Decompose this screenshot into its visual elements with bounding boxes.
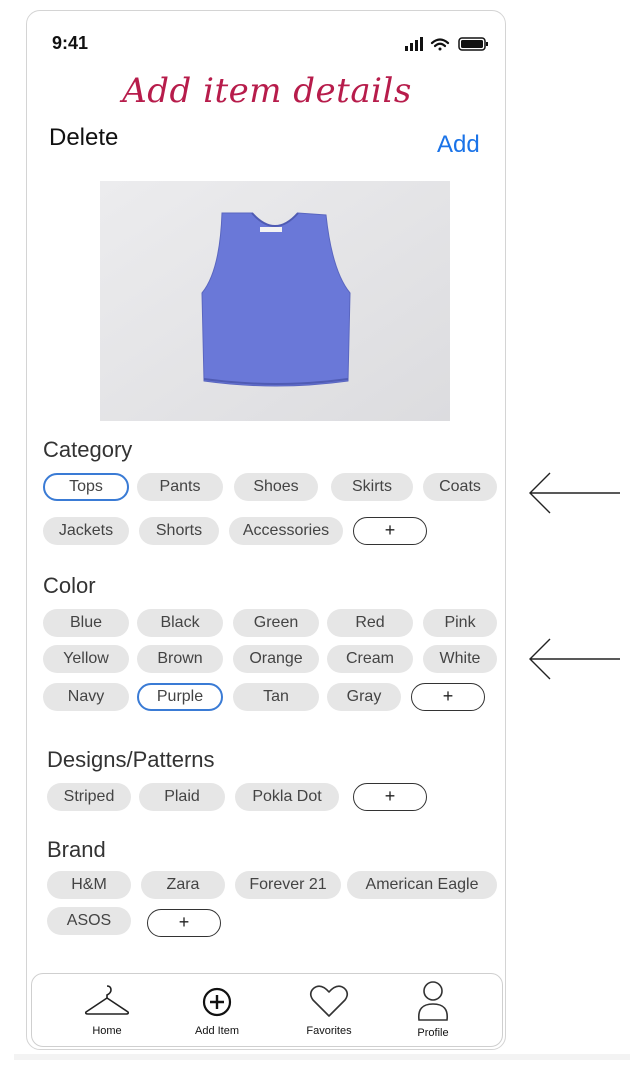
chip-category-tops[interactable]: Tops [43, 473, 129, 501]
chip-category-coats[interactable]: Coats [423, 473, 497, 501]
nav-label-home: Home [92, 1025, 122, 1037]
chip-category-skirts[interactable]: Skirts [331, 473, 413, 501]
arrow-left-icon [529, 472, 620, 514]
page-title: Add item details [122, 71, 412, 111]
chip-color-gray[interactable]: Gray [327, 683, 401, 711]
chip-brand-forever-21[interactable]: Forever 21 [235, 871, 341, 899]
person-icon [417, 981, 449, 1021]
chip-color-red[interactable]: Red [327, 609, 413, 637]
plus-circle-icon [202, 987, 232, 1017]
chip-color-white[interactable]: White [423, 645, 497, 673]
add-brand-button[interactable]: + [147, 909, 221, 937]
phone-frame: 9:41 Add item details Delete Add Categor… [26, 10, 506, 1050]
chip-category-pants[interactable]: Pants [137, 473, 223, 501]
add-pattern-button[interactable]: + [353, 783, 427, 811]
battery-icon [458, 37, 488, 51]
delete-button[interactable]: Delete [49, 124, 118, 152]
chip-category-accessories[interactable]: Accessories [229, 517, 343, 545]
chip-brand-zara[interactable]: Zara [141, 871, 225, 899]
chip-pattern-polka-dot[interactable]: Pokla Dot [235, 783, 339, 811]
nav-label-add-item: Add Item [194, 1025, 240, 1037]
tank-top-image [100, 181, 450, 421]
nav-home[interactable]: Home [62, 980, 152, 1037]
hanger-icon [84, 985, 130, 1015]
chip-color-pink[interactable]: Pink [423, 609, 497, 637]
status-time: 9:41 [52, 33, 89, 53]
chip-color-blue[interactable]: Blue [43, 609, 129, 637]
add-button[interactable]: Add [437, 131, 480, 159]
chip-color-purple[interactable]: Purple [137, 683, 223, 711]
color-heading: Color [43, 573, 96, 598]
nav-label-profile: Profile [417, 1027, 449, 1039]
chip-color-green[interactable]: Green [233, 609, 319, 637]
chip-brand-hm[interactable]: H&M [47, 871, 131, 899]
chip-pattern-plaid[interactable]: Plaid [139, 783, 225, 811]
chip-color-navy[interactable]: Navy [43, 683, 129, 711]
chip-color-black[interactable]: Black [137, 609, 223, 637]
item-photo [100, 181, 450, 421]
add-category-button[interactable]: + [353, 517, 427, 545]
bottom-nav: Home Add Item Favorites Profile [31, 973, 503, 1047]
arrow-left-icon [529, 638, 620, 680]
nav-add-item[interactable]: Add Item [172, 980, 262, 1037]
bottom-strip [14, 1054, 630, 1060]
chip-brand-asos[interactable]: ASOS [47, 907, 131, 935]
status-icons [405, 37, 488, 51]
add-color-button[interactable]: + [411, 683, 485, 711]
chip-color-yellow[interactable]: Yellow [43, 645, 129, 673]
chip-category-shorts[interactable]: Shorts [139, 517, 219, 545]
nav-label-favorites: Favorites [306, 1025, 352, 1037]
signal-icon [405, 37, 423, 51]
nav-profile[interactable]: Profile [388, 980, 478, 1039]
chip-category-jackets[interactable]: Jackets [43, 517, 129, 545]
chip-pattern-striped[interactable]: Striped [47, 783, 131, 811]
heart-icon [309, 985, 349, 1017]
chip-brand-american-eagle[interactable]: American Eagle [347, 871, 497, 899]
wifi-icon [430, 38, 450, 51]
patterns-heading: Designs/Patterns [47, 747, 215, 772]
chip-color-brown[interactable]: Brown [137, 645, 223, 673]
chip-color-tan[interactable]: Tan [233, 683, 319, 711]
brand-heading: Brand [47, 837, 106, 862]
nav-favorites[interactable]: Favorites [284, 980, 374, 1037]
chip-color-orange[interactable]: Orange [233, 645, 319, 673]
chip-color-cream[interactable]: Cream [327, 645, 413, 673]
chip-category-shoes[interactable]: Shoes [234, 473, 318, 501]
category-heading: Category [43, 437, 133, 462]
